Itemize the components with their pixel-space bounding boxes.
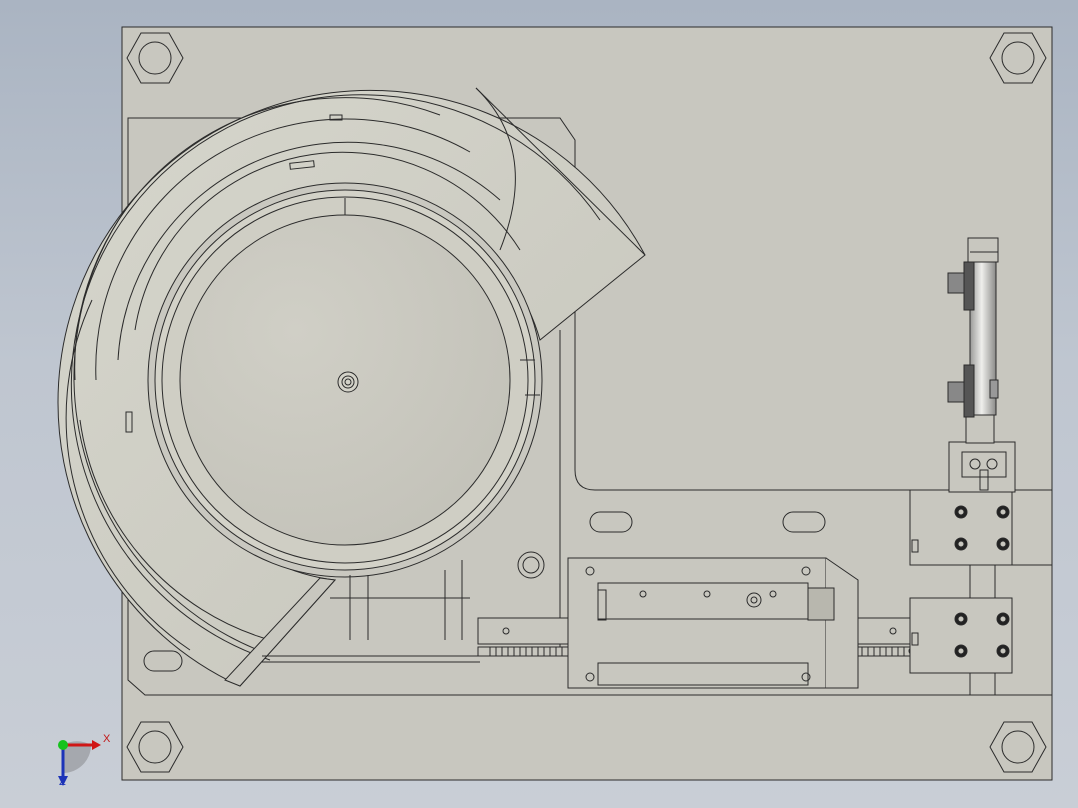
slide-carriage[interactable]	[567, 557, 859, 689]
cad-viewport[interactable]	[0, 0, 1078, 808]
z-axis-label: Z	[59, 776, 66, 788]
center-hub	[337, 371, 359, 393]
x-axis-label: X	[103, 733, 111, 745]
mount-block-lower[interactable]	[909, 597, 1013, 674]
